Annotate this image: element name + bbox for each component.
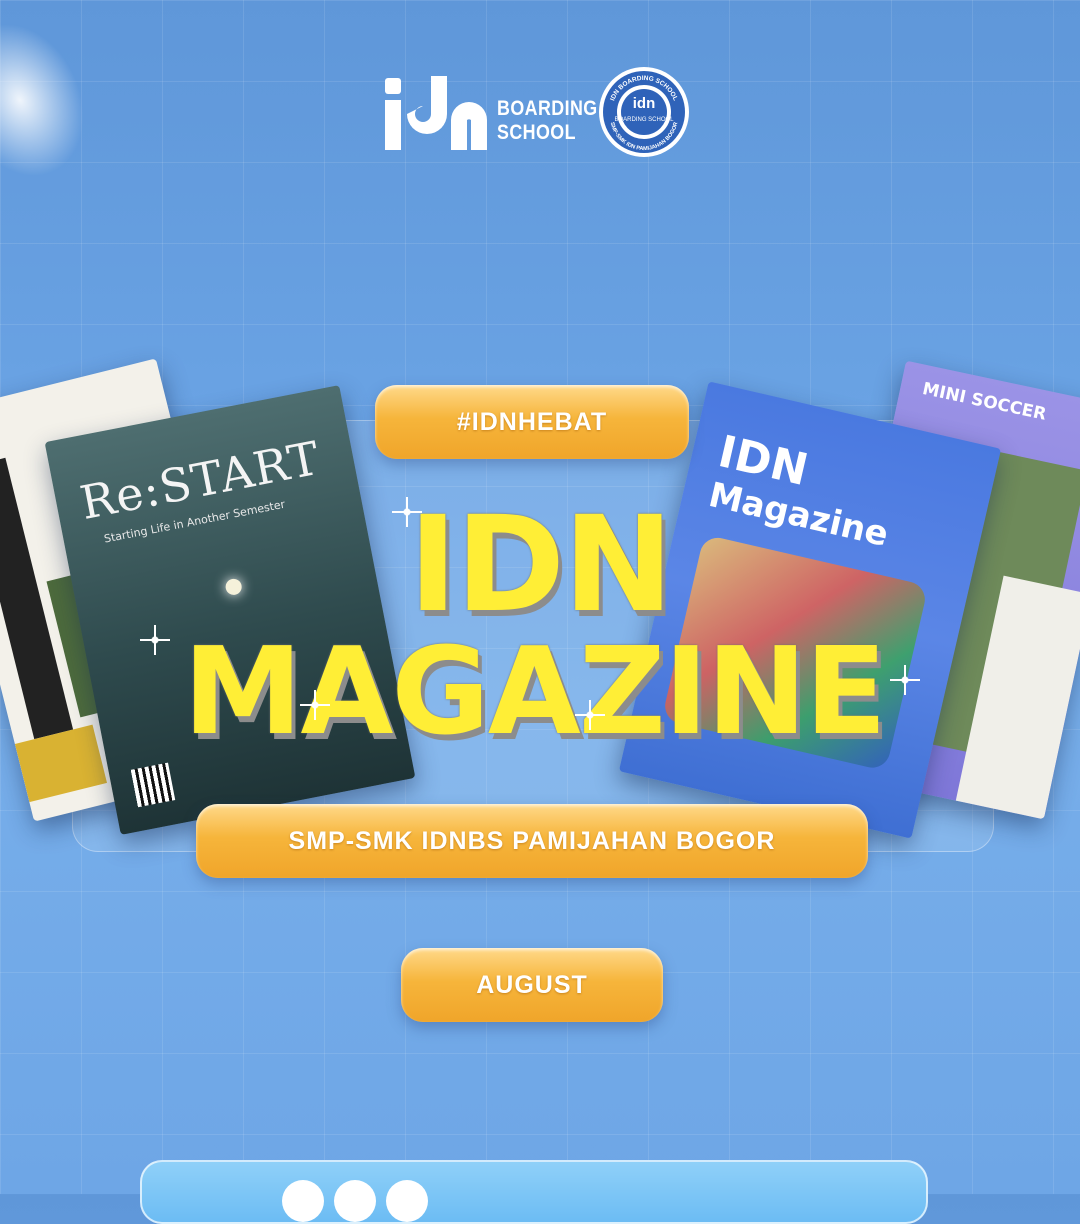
sparkle-icon bbox=[300, 690, 330, 720]
social-icon[interactable] bbox=[282, 1180, 324, 1222]
social-icon[interactable] bbox=[334, 1180, 376, 1222]
logo-wordmark: BOARDING SCHOOL bbox=[497, 97, 598, 144]
svg-text:idn: idn bbox=[633, 95, 656, 112]
social-icon[interactable] bbox=[386, 1180, 428, 1222]
sparkle-icon bbox=[392, 497, 422, 527]
idn-logo-icon bbox=[385, 76, 487, 150]
sparkle-icon bbox=[890, 665, 920, 695]
sparkle-icon bbox=[140, 625, 170, 655]
bottom-bar bbox=[140, 1160, 928, 1224]
hashtag-badge: #IDNHEBAT bbox=[375, 385, 689, 459]
sparkle-icon bbox=[575, 700, 605, 730]
school-name-badge: SMP-SMK IDNBS PAMIJAHAN BOGOR bbox=[196, 804, 868, 878]
qr-code-icon bbox=[130, 762, 176, 808]
headline-line-1: IDN bbox=[408, 488, 673, 642]
month-badge: AUGUST bbox=[401, 948, 663, 1022]
svg-text:BOARDING SCHOOL: BOARDING SCHOOL bbox=[614, 117, 674, 123]
school-seal-icon: idn BOARDING SCHOOL IDN BOARDING SCHOOL … bbox=[599, 67, 689, 157]
